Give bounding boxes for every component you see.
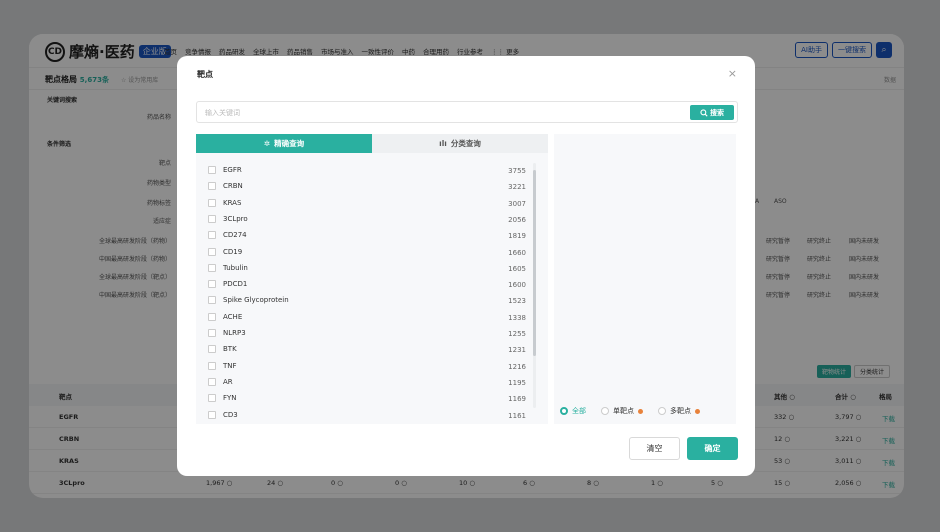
keyword-input[interactable] (205, 105, 675, 120)
target-list[interactable]: EGFR 3755 CRBN 3221 KRAS 3007 3CLpro 2056 CD… (196, 163, 548, 424)
checkbox[interactable] (208, 198, 216, 207)
checkbox[interactable] (208, 231, 216, 240)
list-item[interactable]: ACHE 1338 (208, 310, 526, 324)
scrollbar-thumb[interactable] (533, 170, 536, 356)
list-item[interactable]: NLRP3 1255 (208, 326, 526, 340)
bar-chart-icon: ılı (439, 139, 447, 148)
list-item[interactable]: 3CLpro 2056 (208, 212, 526, 226)
radio-all[interactable]: 全部 (560, 406, 586, 416)
list-item[interactable]: CD3 1161 (208, 408, 526, 422)
list-item[interactable]: AR 1195 (208, 375, 526, 389)
checkbox[interactable] (208, 345, 216, 354)
list-item[interactable]: KRAS 3007 (208, 196, 526, 210)
checkbox[interactable] (208, 312, 216, 321)
list-item[interactable]: PDCD1 1600 (208, 277, 526, 291)
list-item[interactable]: BTK 1231 (208, 342, 526, 356)
list-item[interactable]: Spike Glycoprotein 1523 (208, 293, 526, 307)
list-item[interactable]: FYN 1169 (208, 391, 526, 405)
list-item[interactable]: TNF 1216 (208, 359, 526, 373)
search-button[interactable]: 搜索 (690, 105, 734, 120)
radio-icon (601, 407, 609, 415)
checkbox[interactable] (208, 166, 216, 174)
checkbox[interactable] (208, 394, 216, 403)
radio-multi-target[interactable]: 多靶点 (658, 406, 700, 416)
list-item[interactable]: CD274 1819 (208, 228, 526, 242)
target-mode-radio-group: 全部 单靶点 多靶点 (560, 406, 700, 416)
close-icon[interactable]: × (728, 67, 737, 80)
tab-category-query[interactable]: ılı 分类查询 (372, 134, 548, 153)
confirm-button[interactable]: 确定 (687, 437, 738, 460)
checkbox[interactable] (208, 296, 216, 305)
checkbox[interactable] (208, 377, 216, 386)
info-icon[interactable] (638, 408, 643, 414)
info-icon[interactable] (695, 408, 700, 414)
radio-single-target[interactable]: 单靶点 (601, 406, 643, 416)
checkbox[interactable] (208, 214, 216, 223)
list-item[interactable]: CRBN 3221 (208, 179, 526, 193)
checkbox[interactable] (208, 182, 216, 191)
radio-icon (658, 407, 666, 415)
keyword-search-box: 搜索 (196, 101, 738, 123)
radio-selected-icon (560, 407, 568, 415)
gear-icon: ✲ (263, 139, 271, 148)
tab-precise-query[interactable]: ✲ 精确查询 (196, 134, 372, 153)
selected-targets-panel: 全部 单靶点 多靶点 (554, 134, 736, 424)
list-item[interactable]: CD19 1660 (208, 245, 526, 259)
list-item[interactable]: EGFR 3755 (208, 163, 526, 177)
checkbox[interactable] (208, 263, 216, 272)
checkbox[interactable] (208, 280, 216, 289)
checkbox[interactable] (208, 247, 216, 256)
checkbox[interactable] (208, 329, 216, 337)
target-list-panel: ✲ 精确查询 ılı 分类查询 EGFR 3755 CRBN 3221 KRAS 30… (196, 134, 548, 424)
checkbox[interactable] (208, 410, 216, 419)
list-item[interactable]: Tubulin 1605 (208, 261, 526, 275)
target-select-dialog: 靶点 × 搜索 ✲ 精确查询 ılı 分类查询 EGFR3755 CRBN322… (177, 56, 755, 476)
checkbox[interactable] (208, 361, 216, 370)
search-icon (700, 108, 708, 117)
clear-button[interactable]: 清空 (629, 437, 680, 460)
dialog-title: 靶点 (197, 70, 213, 79)
